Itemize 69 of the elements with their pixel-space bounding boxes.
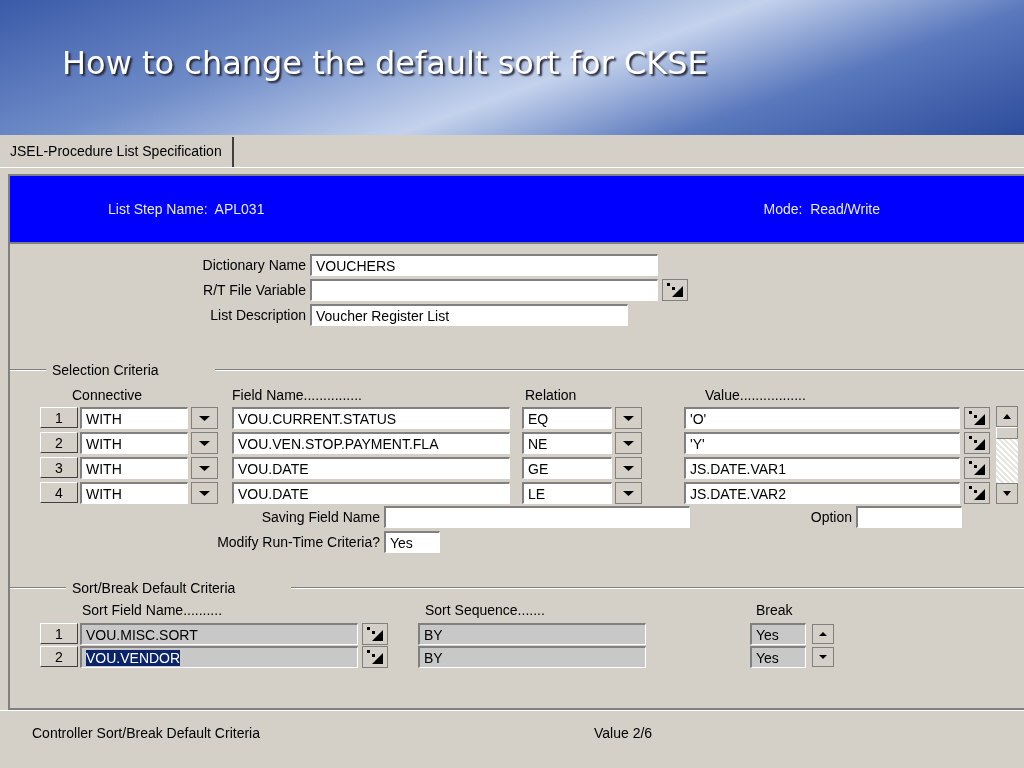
connective-field[interactable]: WITH — [80, 456, 188, 479]
connective-field[interactable]: WITH — [80, 431, 188, 454]
field-name-field[interactable]: VOU.DATE — [232, 456, 510, 479]
sort-field-name-field[interactable]: VOU.VENDOR — [80, 645, 358, 668]
text-field[interactable]: Voucher Register List — [310, 304, 628, 326]
value-field[interactable]: JS.DATE.VAR2 — [684, 481, 960, 504]
row-number-button[interactable]: 1 — [40, 623, 78, 644]
lookup-icon[interactable] — [964, 431, 990, 454]
field-label: R/T File Variable — [202, 282, 307, 298]
connective-field[interactable]: WITH — [80, 406, 188, 429]
field-label: Option — [809, 509, 853, 525]
relation-field[interactable]: GE — [522, 456, 612, 479]
lookup-icon[interactable] — [362, 622, 388, 645]
lookup-icon[interactable] — [964, 406, 990, 429]
row-number-button[interactable]: 1 — [40, 407, 78, 428]
scroll-down-icon[interactable] — [996, 483, 1018, 504]
field-label: List Description — [209, 307, 307, 323]
field-label: Saving Field Name — [260, 509, 381, 525]
text-field[interactable] — [856, 506, 962, 528]
row-number-button[interactable]: 3 — [40, 457, 78, 478]
field-name-field[interactable]: VOU.VEN.STOP.PAYMENT.FLA — [232, 431, 510, 454]
row-number-button[interactable]: 4 — [40, 482, 78, 503]
scrollbar[interactable] — [996, 406, 1018, 504]
row-number-button[interactable]: 2 — [40, 646, 78, 667]
scrollbar-thumb[interactable] — [996, 427, 1018, 439]
scroll-up-icon[interactable] — [996, 406, 1018, 427]
sort-field-text: VOU.VENDOR — [86, 649, 181, 666]
column-header: Sort Sequence....... — [425, 602, 546, 618]
lookup-icon[interactable] — [362, 645, 388, 668]
row-number-button[interactable]: 2 — [40, 432, 78, 453]
field-name-field[interactable]: VOU.CURRENT.STATUS — [232, 406, 510, 429]
scroll-up-icon[interactable] — [812, 623, 834, 644]
group-title: Selection Criteria — [51, 362, 159, 378]
column-header: Sort Field Name.......... — [82, 602, 224, 618]
lookup-icon[interactable] — [964, 456, 990, 479]
mode-label: Mode: Read/Write — [763, 201, 880, 217]
sort-field-name-field[interactable]: VOU.MISC.SORT — [80, 622, 358, 645]
lookup-icon[interactable] — [964, 481, 990, 504]
field-name-field[interactable]: VOU.DATE — [232, 481, 510, 504]
slide-title: How to change the default sort for CKSE — [62, 43, 708, 82]
column-header: Field Name............... — [232, 387, 363, 403]
scroll-down-icon[interactable] — [812, 646, 834, 667]
lookup-icon[interactable] — [662, 279, 688, 301]
text-field[interactable] — [384, 506, 690, 528]
value-field[interactable]: JS.DATE.VAR1 — [684, 456, 960, 479]
column-header: Connective — [72, 387, 144, 403]
relation-field[interactable]: LE — [522, 481, 612, 504]
column-header: Break — [756, 602, 793, 618]
sort-field-text: VOU.MISC.SORT — [86, 626, 198, 643]
text-field[interactable] — [310, 279, 658, 301]
relation-field[interactable]: EQ — [522, 406, 612, 429]
status-position: Value 2/6 — [594, 725, 653, 741]
text-field[interactable]: Yes — [384, 531, 440, 553]
sort-sequence-field[interactable]: BY — [418, 622, 646, 645]
field-label: Modify Run-Time Criteria? — [216, 534, 381, 550]
relation-field[interactable]: NE — [522, 431, 612, 454]
break-field[interactable]: Yes — [750, 622, 806, 645]
connective-field[interactable]: WITH — [80, 481, 188, 504]
list-step-name: List Step Name: APL031 — [108, 201, 265, 217]
column-header: Relation — [525, 387, 578, 403]
value-field[interactable]: 'Y' — [684, 431, 960, 454]
group-title: Sort/Break Default Criteria — [71, 580, 236, 596]
field-label: Dictionary Name — [201, 257, 307, 273]
sort-sequence-field[interactable]: BY — [418, 645, 646, 668]
status-message: Controller Sort/Break Default Criteria — [32, 725, 261, 741]
break-field[interactable]: Yes — [750, 645, 806, 668]
text-field[interactable]: VOUCHERS — [310, 254, 658, 276]
column-header: Value................. — [705, 387, 806, 403]
value-field[interactable]: 'O' — [684, 406, 960, 429]
